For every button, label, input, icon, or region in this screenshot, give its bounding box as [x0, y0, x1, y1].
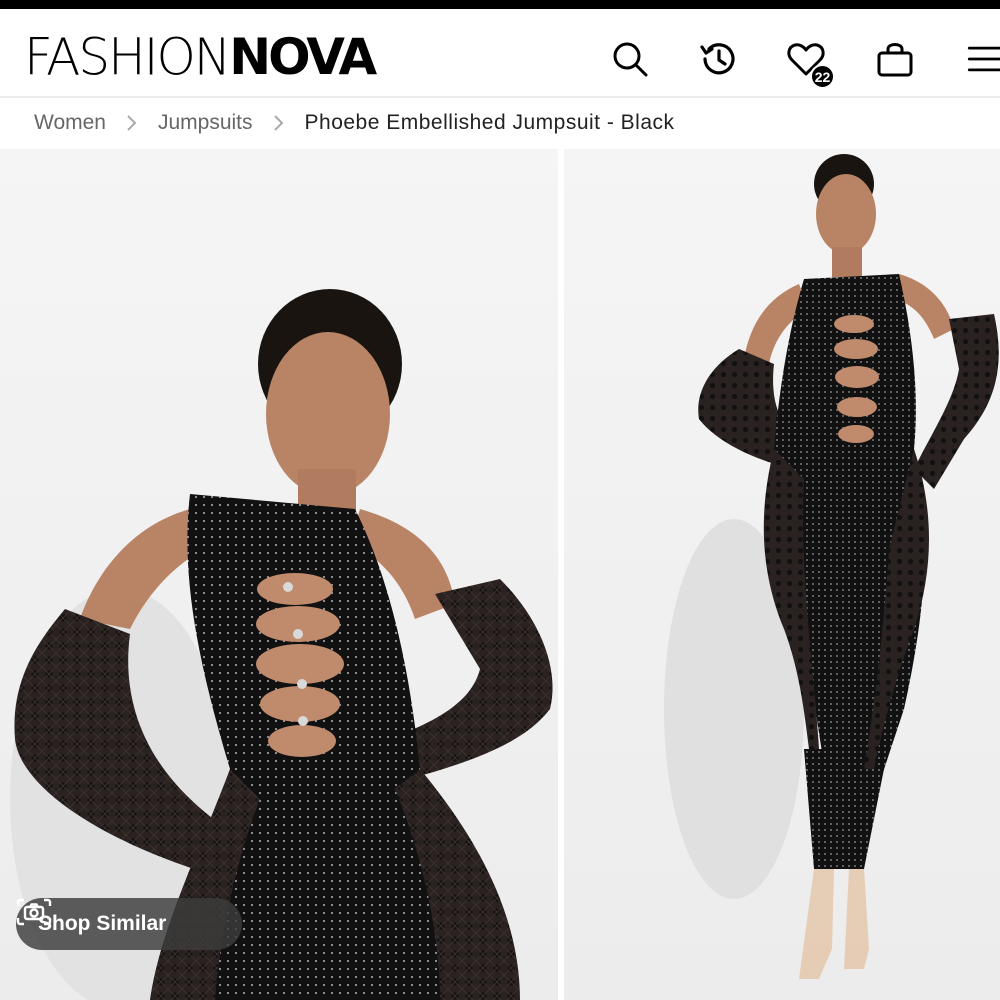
history-icon [700, 43, 735, 75]
product-photo-front-closeup[interactable]: Shop Similar [0, 149, 558, 1000]
menu-button[interactable] [962, 35, 1000, 83]
logo-light-text: FASHION [24, 27, 231, 87]
camera-icon [16, 898, 52, 926]
logo-bold-text: NOVA [229, 28, 377, 86]
shopping-bag-button[interactable] [871, 35, 919, 83]
breadcrumb-jumpsuits[interactable]: Jumpsuits [158, 111, 253, 135]
recently-viewed-button[interactable] [694, 35, 742, 83]
breadcrumb-current-product: Phoebe Embellished Jumpsuit - Black [304, 111, 675, 134]
model-photo-illustration [664, 154, 999, 979]
menu-icon [967, 46, 1000, 72]
breadcrumb: Women Jumpsuits Phoebe Embellished Jumps… [0, 98, 1000, 148]
bag-icon [877, 43, 913, 77]
wishlist-count-badge: 22 [810, 64, 835, 89]
top-edge-bar [0, 0, 1000, 9]
chevron-right-icon [126, 114, 138, 132]
search-icon [613, 42, 648, 77]
product-image-gallery[interactable]: Shop Similar [0, 149, 1000, 1000]
model-photo-illustration [10, 289, 553, 1000]
search-button[interactable] [606, 35, 654, 83]
wishlist-button[interactable]: 22 [782, 35, 835, 89]
shop-similar-button[interactable]: Shop Similar [16, 898, 242, 950]
shop-similar-label: Shop Similar [38, 912, 167, 935]
breadcrumb-women[interactable]: Women [34, 111, 106, 135]
product-photo-full-length[interactable] [564, 149, 1000, 1000]
chevron-right-icon [273, 114, 285, 132]
brand-logo[interactable]: FASHION NOVA [24, 27, 377, 87]
site-header: FASHION NOVA 22 [0, 9, 1000, 97]
